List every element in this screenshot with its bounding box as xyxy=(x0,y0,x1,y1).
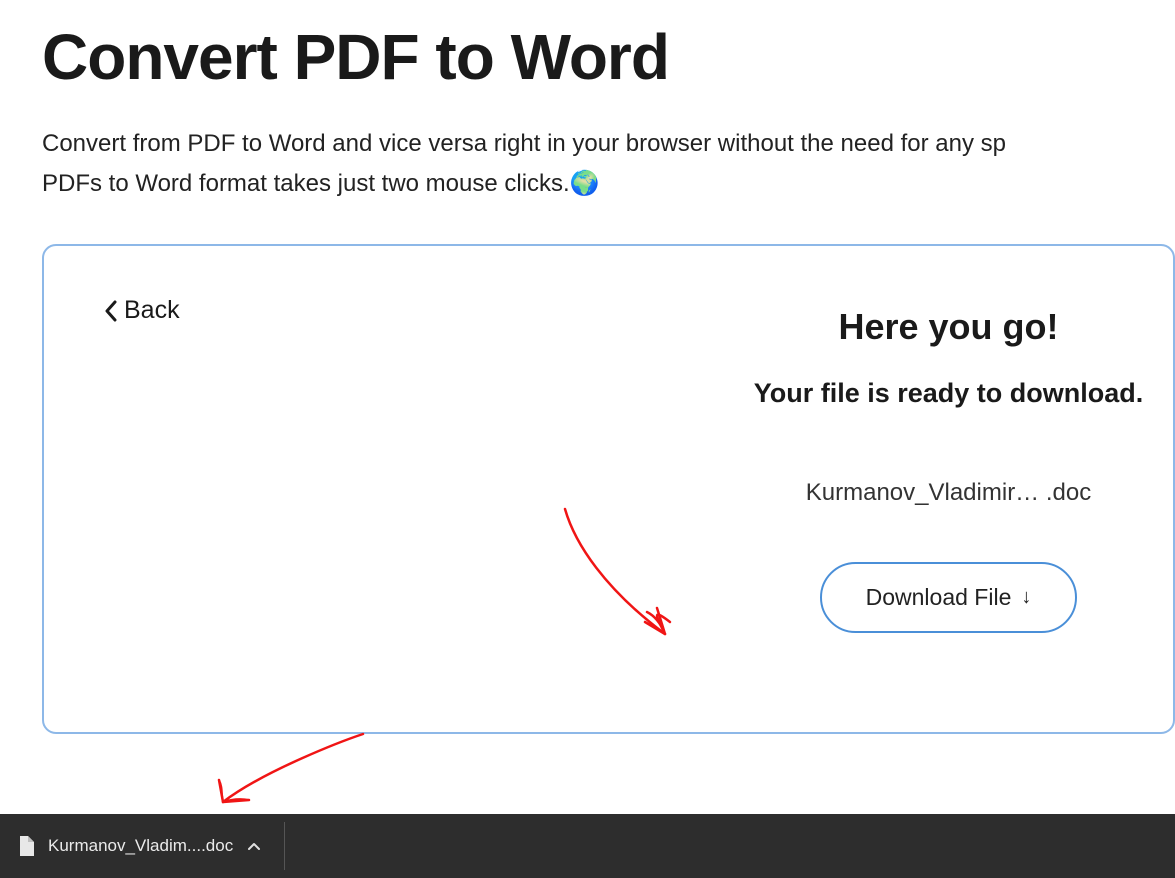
description-line-1: Convert from PDF to Word and vice versa … xyxy=(42,130,1006,157)
result-area: Here you go! Your file is ready to downl… xyxy=(609,306,1175,633)
download-arrow-icon: ↓ xyxy=(1021,586,1031,609)
back-button[interactable]: Back xyxy=(104,296,180,325)
converted-file-name: Kurmanov_Vladimir… .doc xyxy=(609,479,1175,507)
download-button-label: Download File xyxy=(866,584,1012,611)
download-bar-item[interactable]: Kurmanov_Vladim....doc xyxy=(0,814,285,878)
browser-download-bar: Kurmanov_Vladim....doc xyxy=(0,814,1175,878)
description-line-2: PDFs to Word format takes just two mouse… xyxy=(42,170,570,197)
document-icon xyxy=(18,836,34,856)
download-file-button[interactable]: Download File ↓ xyxy=(820,562,1078,633)
page-description: Convert from PDF to Word and vice versa … xyxy=(42,124,1175,204)
conversion-result-card: Back Here you go! Your file is ready to … xyxy=(42,244,1175,734)
chevron-left-icon xyxy=(104,300,118,322)
back-label: Back xyxy=(124,296,180,325)
download-item-name: Kurmanov_Vladim....doc xyxy=(48,836,233,856)
globe-icon: 🌍 xyxy=(570,164,600,204)
result-subtitle: Your file is ready to download. xyxy=(609,378,1175,409)
chevron-up-icon[interactable] xyxy=(247,841,261,851)
page-title: Convert PDF to Word xyxy=(42,20,1175,94)
result-title: Here you go! xyxy=(609,306,1175,348)
